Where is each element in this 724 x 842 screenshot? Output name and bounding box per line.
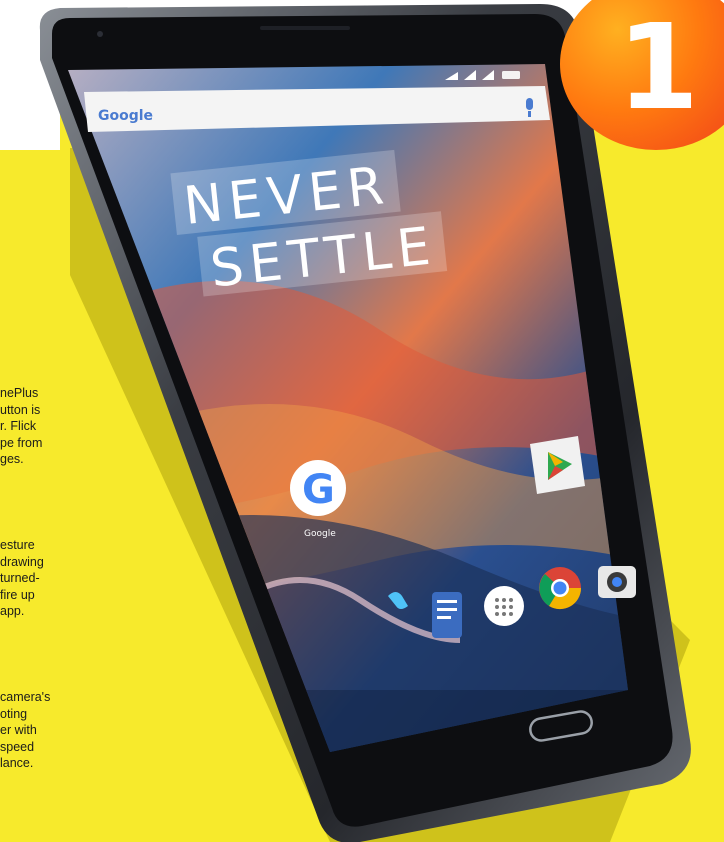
- app-drawer-icon[interactable]: [484, 586, 524, 626]
- play-store-icon[interactable]: [530, 436, 585, 494]
- front-camera: [97, 31, 103, 37]
- chrome-icon[interactable]: [539, 567, 582, 610]
- app-label-google: Google: [304, 529, 336, 539]
- earpiece: [260, 26, 350, 30]
- google-logo: Google: [98, 108, 153, 124]
- svg-text:G: G: [302, 467, 335, 513]
- messages-icon[interactable]: [432, 592, 462, 638]
- camera-icon[interactable]: [598, 566, 636, 598]
- battery-icon: [502, 71, 520, 79]
- badge-number: 1: [617, 0, 700, 136]
